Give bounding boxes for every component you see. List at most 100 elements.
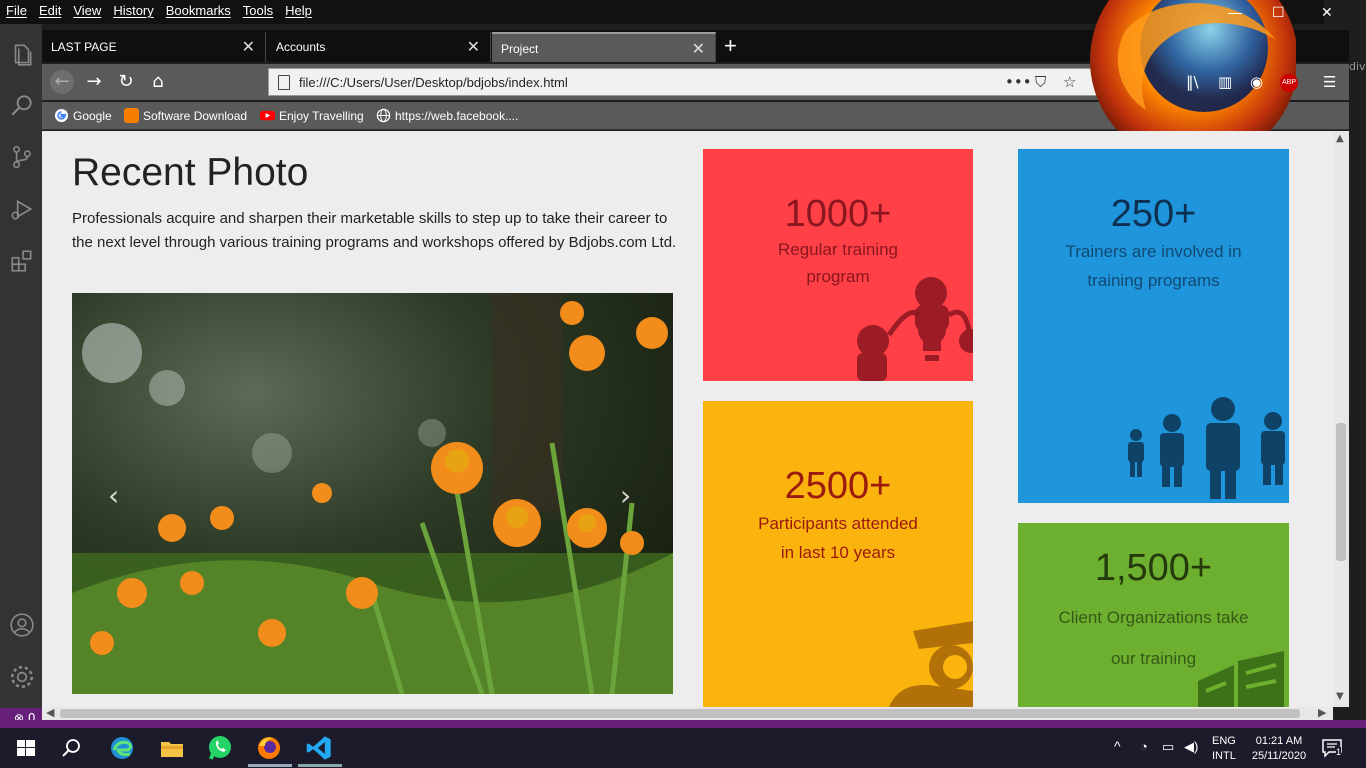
minimize-button[interactable]: — xyxy=(1228,4,1242,20)
intro-paragraph: Professionals acquire and sharpen their … xyxy=(72,210,677,251)
whatsapp-icon[interactable] xyxy=(206,734,234,762)
extensions-icon[interactable] xyxy=(9,248,35,274)
language-code: ENG xyxy=(1212,735,1236,747)
stat-label-line2: training programs xyxy=(1087,271,1220,290)
tab-project[interactable]: Project ✕ xyxy=(492,32,716,62)
close-tab-icon[interactable]: ✕ xyxy=(692,39,705,59)
firefox-taskbar-icon[interactable] xyxy=(255,734,283,762)
globe-icon xyxy=(376,108,391,123)
tab-last-page[interactable]: LAST PAGE ✕ xyxy=(42,32,266,62)
language-indicator[interactable]: ENG INTL xyxy=(1212,734,1236,764)
windows-start-icon[interactable] xyxy=(12,734,40,762)
active-app-indicator xyxy=(298,764,342,767)
back-button[interactable]: ← xyxy=(50,70,74,94)
clock[interactable]: 01:21 AM 25/11/2020 xyxy=(1248,734,1310,764)
graduation-student-icon xyxy=(889,621,973,707)
vscode-taskbar-icon[interactable] xyxy=(305,734,333,762)
bookmark-label: https://web.facebook.... xyxy=(395,108,519,123)
stat-label-line1: Participants attended xyxy=(758,514,918,533)
business-people-icon xyxy=(1128,397,1285,499)
page-title: Recent Photo xyxy=(72,151,309,194)
stat-number: 250+ xyxy=(1110,193,1197,235)
stat-label-line1: Client Organizations take xyxy=(1058,608,1249,627)
forward-button[interactable]: → xyxy=(82,70,106,94)
carousel-next-icon[interactable]: › xyxy=(620,479,631,512)
search-icon[interactable] xyxy=(58,734,86,762)
account-icon[interactable]: ◉ xyxy=(1250,73,1263,91)
bookmark-enjoy-travelling[interactable]: Enjoy Travelling xyxy=(260,108,364,123)
battery-icon[interactable]: ▭ xyxy=(1162,739,1174,755)
run-debug-icon[interactable] xyxy=(9,196,35,222)
buildings-icon xyxy=(1198,651,1284,707)
close-window-button[interactable]: ✕ xyxy=(1321,4,1333,21)
sidebar-icon[interactable]: ▥ xyxy=(1218,73,1232,91)
scrollbar-thumb[interactable] xyxy=(60,709,1300,718)
volume-icon[interactable]: ◀) xyxy=(1184,739,1198,755)
url-text: file:///C:/Users/User/Desktop/bdjobs/ind… xyxy=(299,75,568,90)
firefox-window: LAST PAGE ✕ Accounts ✕ Project ✕ + ← → ↻… xyxy=(42,0,1349,720)
firefox-logo-icon xyxy=(1090,0,1296,132)
file-explorer-icon[interactable] xyxy=(158,734,186,762)
menu-file[interactable]: File xyxy=(6,3,27,18)
stat-label-line2: in last 10 years xyxy=(780,543,896,562)
editor-gutter-right: div. xyxy=(1349,60,1366,720)
accounts-icon[interactable] xyxy=(9,612,35,638)
bookmark-google[interactable]: Google xyxy=(54,108,112,123)
pocket-icon[interactable]: ⛉ xyxy=(1035,73,1046,91)
close-tab-icon[interactable]: ✕ xyxy=(467,37,480,57)
wifi-icon[interactable]: ◔ xyxy=(1140,739,1148,754)
stat-card-participants: 2500+ Participants attended in last 10 y… xyxy=(703,401,973,707)
google-icon xyxy=(54,108,69,123)
adblock-plus-icon[interactable]: ABP xyxy=(1280,74,1298,92)
stat-label-line1: Trainers are involved in xyxy=(1065,242,1242,261)
hamburger-menu-icon[interactable]: ☰ xyxy=(1323,73,1336,91)
settings-gear-icon[interactable] xyxy=(9,664,35,690)
stat-card-training-programs: 1000+ Regular training program xyxy=(703,149,973,381)
reload-button[interactable]: ↻ xyxy=(114,70,138,94)
close-tab-icon[interactable]: ✕ xyxy=(242,37,255,57)
clock-date: 25/11/2020 xyxy=(1251,750,1307,762)
blogger-icon xyxy=(124,108,139,123)
horizontal-scrollbar[interactable]: ◀ ▶ xyxy=(42,706,1333,720)
tab-label: LAST PAGE xyxy=(51,40,117,54)
carousel-prev-icon[interactable]: ‹ xyxy=(108,479,119,512)
search-icon[interactable] xyxy=(9,92,35,118)
library-icon[interactable]: ‖\ xyxy=(1186,73,1199,91)
file-icon xyxy=(278,75,290,90)
tab-accounts[interactable]: Accounts ✕ xyxy=(267,32,491,62)
scroll-up-icon[interactable]: ▲ xyxy=(1336,133,1344,144)
home-button[interactable]: ⌂ xyxy=(146,70,170,94)
stat-number: 1000+ xyxy=(784,193,892,235)
stat-card-trainers: 250+ Trainers are involved in training p… xyxy=(1018,149,1289,503)
active-app-indicator xyxy=(248,764,292,767)
tray-chevron-icon[interactable]: ^ xyxy=(1114,738,1121,754)
vscode-activity-bar xyxy=(0,0,42,708)
bookmark-star-icon[interactable]: ☆ xyxy=(1063,73,1076,91)
stat-label-line1: Regular training xyxy=(777,240,898,259)
new-tab-button[interactable]: + xyxy=(724,33,737,59)
bookmark-label: Software Download xyxy=(143,108,248,123)
stat-number: 1,500+ xyxy=(1094,547,1213,589)
bookmark-label: Enjoy Travelling xyxy=(279,108,364,123)
source-control-icon[interactable] xyxy=(9,144,35,170)
marigold-flowers-image xyxy=(72,293,673,694)
scroll-left-icon[interactable]: ◀ xyxy=(46,706,54,719)
web-page: Recent Photo Professionals acquire and s… xyxy=(42,131,1333,707)
windows-taskbar: ^ ◔ ▭ ◀) ENG INTL 01:21 AM 25/11/2020 1 xyxy=(0,728,1366,768)
tab-label: Project xyxy=(501,42,539,56)
address-bar[interactable]: file:///C:/Users/User/Desktop/bdjobs/ind… xyxy=(268,68,1130,96)
bookmark-software-download[interactable]: Software Download xyxy=(124,108,247,123)
scrollbar-thumb[interactable] xyxy=(1336,423,1346,561)
vertical-scrollbar[interactable]: ▲ ▼ xyxy=(1333,131,1349,707)
edge-browser-icon[interactable] xyxy=(108,734,136,762)
bookmark-facebook[interactable]: https://web.facebook.... xyxy=(376,108,518,123)
notification-count: 1 xyxy=(1336,747,1342,757)
maximize-button[interactable]: ☐ xyxy=(1272,4,1285,21)
page-actions-icon[interactable]: ••• xyxy=(1005,73,1032,91)
stat-number: 2500+ xyxy=(784,465,892,507)
scroll-right-icon[interactable]: ▶ xyxy=(1318,706,1326,719)
keyboard-layout: INTL xyxy=(1212,750,1236,762)
tab-label: Accounts xyxy=(276,40,326,54)
explorer-icon[interactable] xyxy=(9,42,35,68)
scroll-down-icon[interactable]: ▼ xyxy=(1336,691,1344,702)
